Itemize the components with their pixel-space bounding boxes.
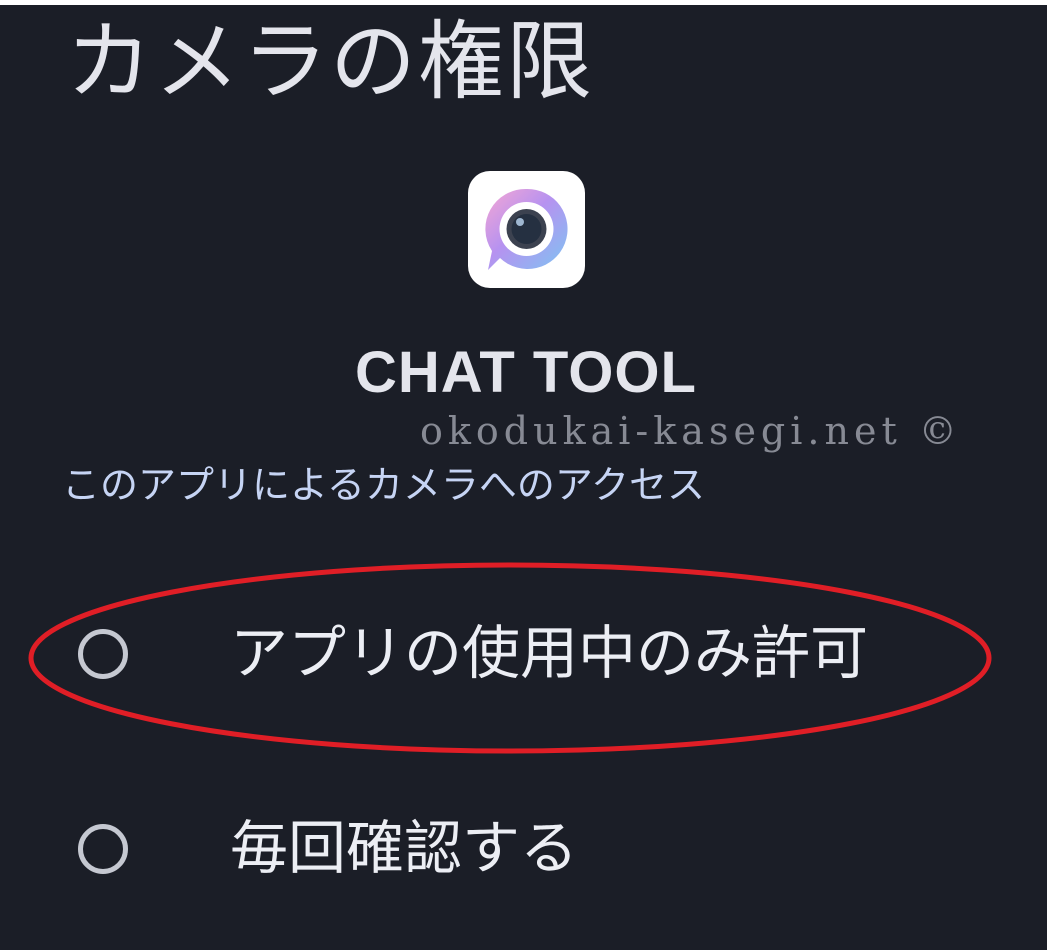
radio-unchecked-icon[interactable] xyxy=(78,824,128,874)
option-label: アプリの使用中のみ許可 xyxy=(230,619,869,687)
option-allow-while-using[interactable]: アプリの使用中のみ許可 xyxy=(0,583,1047,733)
dialog-subtitle: このアプリによるカメラへのアクセス xyxy=(62,463,705,507)
app-name: CHAT TOOL xyxy=(355,340,697,405)
option-ask-every-time[interactable]: 毎回確認する xyxy=(0,778,1047,928)
permission-dialog: カメラの権限 CHAT TOOL okodukai-kasegi.net © こ… xyxy=(0,5,1047,950)
dialog-title: カメラの権限 xyxy=(66,12,594,112)
chat-camera-icon xyxy=(468,171,585,288)
radio-unchecked-icon[interactable] xyxy=(78,629,128,679)
watermark-text: okodukai-kasegi.net © xyxy=(420,409,962,453)
option-label: 毎回確認する xyxy=(230,814,579,882)
